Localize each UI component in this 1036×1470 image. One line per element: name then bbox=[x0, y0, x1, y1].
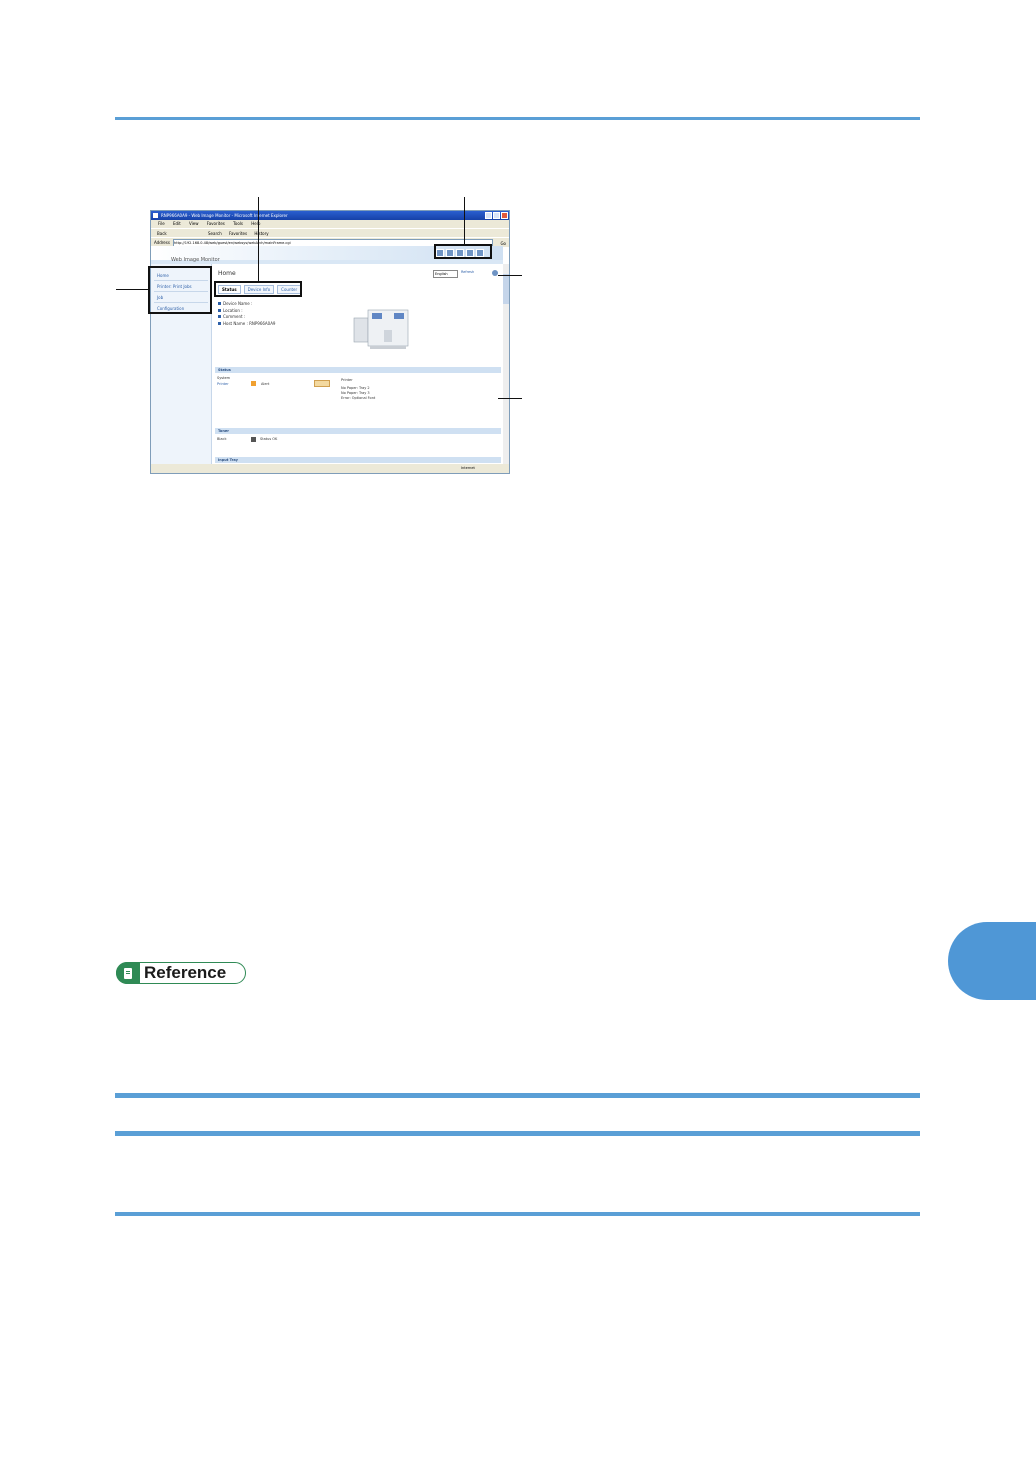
history-button[interactable]: History bbox=[254, 231, 268, 236]
info-row: Host Name : RNP966A0A9 bbox=[218, 321, 275, 328]
alert-label: Alert bbox=[261, 382, 270, 386]
menu-edit[interactable]: Edit bbox=[173, 221, 181, 226]
back-button[interactable]: Back bbox=[157, 231, 167, 236]
alert-panel: Printer No Paper: Tray 2 No Paper: Tray … bbox=[341, 378, 375, 401]
printer-image bbox=[353, 309, 409, 349]
menu-file[interactable]: File bbox=[158, 221, 165, 226]
status-section-header: Status bbox=[215, 367, 501, 373]
vertical-scrollbar[interactable] bbox=[503, 264, 509, 464]
menu-favorites[interactable]: Favorites bbox=[207, 221, 225, 226]
section-rule-2 bbox=[115, 1131, 920, 1136]
device-info-list: Device Name : Location : Comment : Host … bbox=[218, 301, 275, 327]
toner-icon bbox=[251, 437, 256, 442]
reference-label: Reference bbox=[144, 963, 227, 982]
language-select[interactable]: English bbox=[433, 270, 458, 278]
reference-icon bbox=[116, 962, 140, 984]
menu-help[interactable]: Help bbox=[251, 221, 260, 226]
alert-message: Error: Optional Font bbox=[341, 396, 376, 400]
toner-section-header: Toner bbox=[215, 428, 501, 434]
toner-black-label: Black bbox=[217, 437, 227, 441]
callout-line-help bbox=[498, 275, 522, 276]
callout-line-header-icons bbox=[464, 197, 465, 245]
window-title: RNP966A0A9 - Web Image Monitor - Microso… bbox=[161, 213, 288, 218]
top-rule bbox=[115, 117, 920, 120]
internet-zone-label: Internet bbox=[461, 466, 475, 470]
maximize-icon[interactable] bbox=[493, 212, 500, 219]
callout-box-header-icons bbox=[434, 244, 492, 259]
section-rule-3 bbox=[115, 1212, 920, 1216]
callout-line-menu bbox=[116, 289, 149, 290]
chapter-tab bbox=[948, 922, 1036, 1000]
input-tray-section-header: Input Tray bbox=[215, 457, 501, 463]
page-title: Home bbox=[218, 270, 236, 277]
address-label: Address bbox=[154, 240, 170, 245]
search-button[interactable]: Search bbox=[208, 231, 222, 236]
menu-bar: File Edit View Favorites Tools Help bbox=[151, 220, 509, 228]
printer-label[interactable]: Printer bbox=[217, 382, 229, 387]
ie-icon bbox=[153, 213, 158, 218]
callout-box-tabs bbox=[214, 281, 302, 297]
menu-tools[interactable]: Tools bbox=[233, 221, 243, 226]
favorites-button[interactable]: Favorites bbox=[229, 231, 247, 236]
alert-panel-title: Printer bbox=[341, 378, 353, 382]
brand-title: Web Image Monitor bbox=[171, 257, 220, 263]
refresh-button[interactable]: Refresh bbox=[461, 270, 474, 274]
minimize-icon[interactable] bbox=[485, 212, 492, 219]
close-icon[interactable] bbox=[501, 212, 508, 219]
browser-status-bar: Internet bbox=[151, 464, 509, 473]
alert-arrow-button[interactable] bbox=[314, 380, 330, 387]
callout-box-menu bbox=[148, 266, 212, 314]
reference-badge: Reference bbox=[116, 962, 246, 984]
callout-line-work-area bbox=[498, 398, 522, 399]
window-titlebar: RNP966A0A9 - Web Image Monitor - Microso… bbox=[151, 211, 509, 220]
system-label: System bbox=[217, 376, 231, 380]
alert-icon bbox=[251, 381, 256, 386]
menu-view[interactable]: View bbox=[189, 221, 199, 226]
section-rule-1 bbox=[115, 1093, 920, 1098]
callout-line-tabs bbox=[258, 197, 259, 282]
toner-status: Status OK bbox=[260, 437, 278, 441]
